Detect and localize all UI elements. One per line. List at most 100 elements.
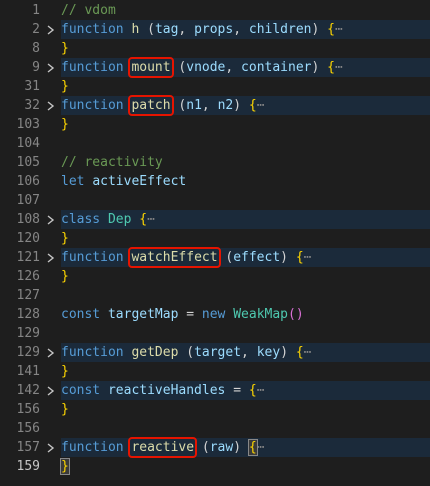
- code-line[interactable]: 128 const targetMap = new WeakMap(): [0, 305, 430, 324]
- code-token: }: [61, 117, 69, 132]
- code-token: {: [248, 383, 257, 398]
- code-text: function reactive (raw) {⋯: [61, 437, 430, 458]
- code-line[interactable]: 156: [0, 419, 430, 438]
- code-token: ,: [201, 98, 218, 113]
- code-text: function h (tag, props, children) {⋯: [61, 20, 430, 39]
- highlighted-function-name: patch: [128, 95, 174, 116]
- code-line[interactable]: 2 function h (tag, props, children) {⋯: [0, 20, 430, 39]
- chevron-right-icon[interactable]: [44, 20, 58, 39]
- code-text: }: [61, 115, 430, 134]
- code-line[interactable]: 108 class Dep {⋯: [0, 210, 430, 229]
- chevron-right-icon[interactable]: [44, 248, 58, 267]
- code-line[interactable]: 126}: [0, 267, 430, 286]
- code-token: (: [170, 98, 187, 113]
- code-line[interactable]: 141}: [0, 362, 430, 381]
- code-text: let activeEffect: [61, 172, 430, 191]
- code-token: getDep: [131, 345, 179, 360]
- code-line[interactable]: 106 let activeEffect: [0, 172, 430, 191]
- line-number: 32: [24, 98, 40, 113]
- line-number: 128: [16, 307, 40, 322]
- code-line[interactable]: 1 // vdom: [0, 1, 430, 20]
- code-token: {: [327, 22, 335, 37]
- code-text: }: [61, 229, 430, 248]
- chevron-right-icon[interactable]: [44, 438, 58, 457]
- code-line[interactable]: 129: [0, 324, 430, 343]
- line-number: 8: [32, 41, 40, 56]
- code-token: =: [225, 383, 249, 398]
- code-token: n2: [217, 98, 234, 113]
- code-token: ): [280, 250, 296, 265]
- code-token: activeEffect: [92, 174, 187, 189]
- code-token: key: [256, 345, 281, 360]
- line-number: 121: [16, 250, 40, 265]
- chevron-right-icon[interactable]: [44, 58, 58, 77]
- code-token: function: [61, 98, 124, 113]
- code-token: target: [194, 345, 242, 360]
- code-token: children: [248, 22, 312, 37]
- code-text: function getDep (target, key) {⋯: [61, 343, 430, 362]
- line-number: 106: [16, 174, 40, 189]
- chevron-right-icon[interactable]: [44, 381, 58, 400]
- code-token: {: [327, 60, 335, 75]
- line-number: 1: [32, 3, 40, 18]
- code-token: ⋯: [303, 250, 312, 265]
- code-token: // vdom: [61, 3, 116, 18]
- code-text: // vdom: [61, 1, 430, 20]
- code-text: const reactiveHandles = {⋯: [61, 381, 430, 400]
- code-line[interactable]: 127: [0, 286, 430, 305]
- code-line[interactable]: 159}: [0, 457, 430, 476]
- code-token: }: [61, 364, 69, 379]
- code-token: ): [280, 345, 296, 360]
- code-token: raw: [209, 440, 234, 455]
- code-text: function mount (vnode, container) {⋯: [61, 57, 430, 78]
- line-number: 157: [16, 440, 40, 455]
- code-token: }: [61, 41, 69, 56]
- line-number: 159: [16, 459, 40, 474]
- code-token: function: [61, 60, 124, 75]
- code-token: const: [61, 383, 101, 398]
- code-line[interactable]: 9 function mount (vnode, container) {⋯: [0, 57, 430, 78]
- code-token: ,: [178, 22, 195, 37]
- code-editor[interactable]: 1 // vdom 2 function h (tag, props, childre…: [0, 0, 430, 486]
- code-line[interactable]: 142 const reactiveHandles = {⋯: [0, 381, 430, 400]
- code-line[interactable]: 157 function reactive (raw) {⋯: [0, 437, 430, 458]
- code-text: }: [61, 77, 430, 96]
- code-token: (: [194, 440, 210, 455]
- code-line[interactable]: 156}: [0, 400, 430, 419]
- chevron-right-icon[interactable]: [44, 210, 58, 229]
- chevron-right-icon[interactable]: [44, 96, 58, 115]
- code-text: const targetMap = new WeakMap(): [61, 305, 430, 324]
- code-line[interactable]: 103}: [0, 115, 430, 134]
- highlighted-function-name: mount: [128, 57, 174, 78]
- code-token: Dep: [107, 212, 132, 227]
- line-number: 105: [16, 155, 40, 170]
- code-text: function patch (n1, n2) {⋯: [61, 95, 430, 116]
- line-number: 103: [16, 117, 40, 132]
- code-token: // reactivity: [61, 155, 163, 170]
- code-line[interactable]: 31}: [0, 77, 430, 96]
- line-number: 127: [16, 288, 40, 303]
- code-token: }: [61, 402, 69, 417]
- code-token: }: [61, 269, 69, 284]
- code-text: class Dep {⋯: [61, 210, 430, 229]
- code-line[interactable]: 105 // reactivity: [0, 153, 430, 172]
- code-token: let: [61, 174, 85, 189]
- code-text: }: [61, 400, 430, 419]
- code-token: new: [201, 307, 226, 322]
- line-number: 2: [32, 22, 40, 37]
- code-line[interactable]: 121 function watchEffect (effect) {⋯: [0, 247, 430, 268]
- code-token: tag: [154, 22, 179, 37]
- code-line[interactable]: 32 function patch (n1, n2) {⋯: [0, 95, 430, 116]
- code-token: ,: [241, 345, 257, 360]
- code-text: function watchEffect (effect) {⋯: [61, 247, 430, 268]
- code-token: props: [194, 22, 234, 37]
- code-line[interactable]: 8}: [0, 39, 430, 58]
- line-number: 107: [16, 193, 40, 208]
- code-line[interactable]: 120}: [0, 229, 430, 248]
- code-token: reactiveHandles: [107, 383, 226, 398]
- code-line[interactable]: 129 function getDep (target, key) {⋯: [0, 343, 430, 362]
- code-line[interactable]: 107: [0, 191, 430, 210]
- code-line[interactable]: 104: [0, 134, 430, 153]
- chevron-right-icon[interactable]: [44, 343, 58, 362]
